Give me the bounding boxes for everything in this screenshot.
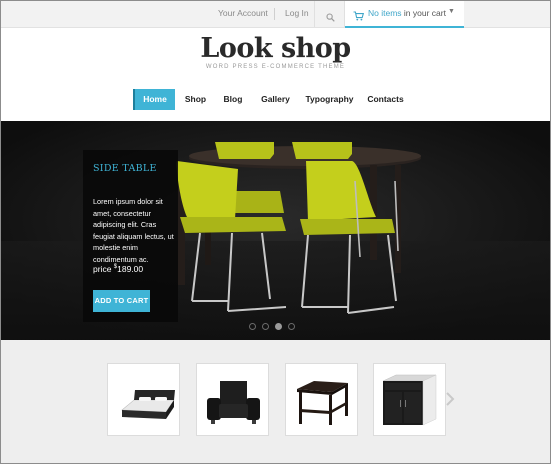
cabinet-image [382, 374, 437, 426]
nav-item-typography[interactable]: Typography [305, 89, 354, 110]
slider-dot[interactable] [288, 323, 295, 330]
slide-caption: SIDE TABLE Lorem ipsum dolor sit amet, c… [83, 150, 178, 322]
product-thumb-armchair[interactable] [196, 363, 269, 436]
divider [314, 0, 315, 27]
site-logo[interactable]: Look shop WORD PRESS E-COMMERCE THEME [0, 33, 551, 70]
chevron-down-icon: ▼ [448, 8, 455, 15]
login-link[interactable]: Log In [285, 0, 309, 27]
cart-icon [353, 8, 365, 21]
your-account-link[interactable]: Your Account [218, 0, 268, 27]
site-title: Look shop [200, 33, 351, 64]
side-table-image [297, 381, 348, 425]
cart-status: No items in your cart [368, 0, 446, 27]
cart-suffix: in your cart [401, 8, 446, 18]
price-value: 189.00 [117, 264, 144, 274]
price-label: price [93, 264, 114, 274]
slider-dot[interactable] [249, 323, 256, 330]
nav-item-contacts[interactable]: Contacts [367, 89, 404, 110]
cart-dropdown[interactable]: No items in your cart ▼ [345, 0, 464, 28]
slide-title: SIDE TABLE [93, 163, 157, 174]
search-icon[interactable] [326, 9, 335, 22]
product-thumb-cabinet[interactable] [373, 363, 446, 436]
nav-item-gallery[interactable]: Gallery [258, 89, 293, 110]
hero-slider[interactable]: SIDE TABLE Lorem ipsum dolor sit amet, c… [0, 121, 551, 340]
nav-item-shop[interactable]: Shop [182, 89, 209, 110]
cart-count: No items [368, 8, 402, 18]
nav-item-home[interactable]: Home [133, 89, 175, 110]
slider-dot-active[interactable] [275, 323, 282, 330]
chevron-right-icon[interactable] [444, 391, 456, 407]
product-thumb-bed[interactable] [107, 363, 180, 436]
product-carousel [0, 340, 551, 464]
add-to-cart-button[interactable]: ADD TO CART [93, 290, 150, 312]
product-thumb-side-table[interactable] [285, 363, 358, 436]
slider-dot[interactable] [262, 323, 269, 330]
main-nav: Home Shop Blog Gallery Typography Contac… [0, 89, 551, 111]
site-tagline: WORD PRESS E-COMMERCE THEME [205, 64, 346, 70]
armchair-image [207, 381, 260, 424]
slide-price: price $189.00 [93, 264, 143, 274]
divider [274, 8, 275, 20]
bed-image [121, 390, 175, 419]
top-bar: Your Account Log In No items in your car… [0, 0, 551, 28]
nav-item-blog[interactable]: Blog [221, 89, 245, 110]
slide-description: Lorem ipsum dolor sit amet, consectetur … [93, 197, 174, 264]
